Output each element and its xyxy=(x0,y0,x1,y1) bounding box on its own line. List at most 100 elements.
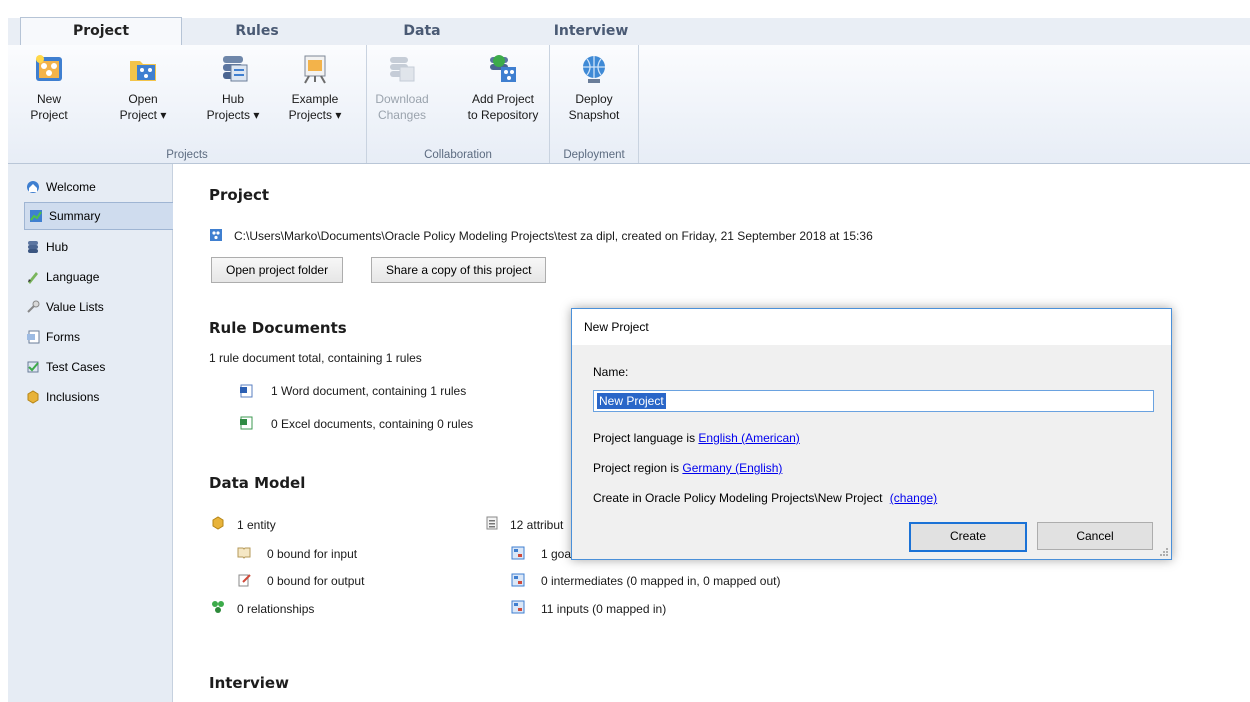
deploy-snapshot-label-2: Snapshot xyxy=(568,108,620,122)
ribbon-tabbar: Project Rules Data Interview xyxy=(8,17,1250,46)
tab-data[interactable]: Data xyxy=(352,18,492,45)
entity-icon xyxy=(212,516,224,530)
ribbon-group-projects-label: Projects xyxy=(166,149,208,161)
inputs-icon xyxy=(511,600,525,614)
add-project-to-repository-button[interactable]: Add Project to Repository xyxy=(463,53,543,135)
rule-documents-total: 1 rule document total, containing 1 rule… xyxy=(209,351,422,365)
intermediates-count: 0 intermediates (0 mapped in, 0 mapped o… xyxy=(541,574,781,588)
open-project-icon xyxy=(127,53,159,85)
open-project-label-1: Open xyxy=(128,92,158,106)
deploy-snapshot-label-1: Deploy xyxy=(575,92,613,106)
nav-item-test-cases-label: Test Cases xyxy=(46,360,106,374)
ribbon-group-collaboration-label: Collaboration xyxy=(424,149,492,161)
nav-item-summary[interactable]: Summary xyxy=(24,202,176,230)
nav-item-language-label: Language xyxy=(46,270,100,284)
project-region-link[interactable]: Germany (English) xyxy=(682,461,782,475)
nav-item-hub[interactable]: Hub xyxy=(22,234,172,260)
hub-projects-icon xyxy=(217,53,249,85)
nav-item-test-cases[interactable]: Test Cases xyxy=(22,354,172,380)
inclusions-icon xyxy=(27,390,39,404)
project-path: C:\Users\Marko\Documents\Oracle Policy M… xyxy=(234,229,873,243)
nav-item-value-lists[interactable]: Value Lists xyxy=(22,294,172,320)
word-document-icon xyxy=(240,384,253,398)
new-project-icon xyxy=(33,53,65,85)
language-icon xyxy=(28,272,38,284)
nav-item-value-lists-label: Value Lists xyxy=(46,300,104,314)
hub-icon xyxy=(28,241,38,253)
project-file-icon xyxy=(210,229,222,241)
resize-grip-icon[interactable] xyxy=(1159,547,1169,557)
summary-icon xyxy=(30,210,42,222)
download-changes-icon xyxy=(386,53,418,85)
nav-item-welcome[interactable]: Welcome xyxy=(22,174,172,200)
cancel-button[interactable]: Cancel xyxy=(1037,522,1153,550)
tab-rules[interactable]: Rules xyxy=(182,18,332,45)
attributes-count: 12 attribut xyxy=(510,518,564,532)
project-location-prefix: Create in Oracle Policy Modeling Project… xyxy=(593,491,883,505)
nav-item-welcome-label: Welcome xyxy=(46,180,96,194)
project-name-value: New Project xyxy=(597,393,666,409)
open-project-label-2: Project ▾ xyxy=(119,108,167,122)
download-changes-button[interactable]: Download Changes xyxy=(371,53,433,135)
add-project-label-2: to Repository xyxy=(467,108,539,122)
new-project-dialog: New Project Name: New Project Project la… xyxy=(571,308,1172,560)
tab-project[interactable]: Project xyxy=(20,17,182,46)
rule-documents-heading: Rule Documents xyxy=(209,319,347,337)
share-copy-button[interactable]: Share a copy of this project xyxy=(371,257,547,283)
tab-interview[interactable]: Interview xyxy=(506,18,676,45)
deploy-snapshot-icon xyxy=(578,53,610,85)
open-project-folder-button[interactable]: Open project folder xyxy=(211,257,344,283)
excel-document-icon xyxy=(240,416,253,430)
open-project-button[interactable]: Open Project ▾ xyxy=(112,53,174,135)
bound-input-icon xyxy=(237,547,251,559)
example-projects-label-1: Example xyxy=(291,92,339,106)
data-model-heading: Data Model xyxy=(209,474,306,492)
new-project-label-2: Project xyxy=(30,108,68,122)
new-project-label-1: New xyxy=(36,92,61,106)
nav-item-inclusions[interactable]: Inclusions xyxy=(22,384,172,410)
project-name-input[interactable]: New Project xyxy=(593,390,1154,412)
project-heading: Project xyxy=(209,186,270,204)
entity-count: 1 entity xyxy=(237,518,276,532)
goals-icon xyxy=(511,546,525,560)
change-location-link[interactable]: (change) xyxy=(890,491,937,505)
relationships-count: 0 relationships xyxy=(237,602,315,616)
project-region-line: Project region is Germany (English) xyxy=(593,461,782,475)
hub-projects-button[interactable]: Hub Projects ▾ xyxy=(202,53,264,135)
project-language-prefix: Project language is xyxy=(593,431,696,445)
nav-item-summary-label: Summary xyxy=(49,209,101,223)
deploy-snapshot-button[interactable]: Deploy Snapshot xyxy=(563,53,625,135)
create-button[interactable]: Create xyxy=(909,522,1027,552)
ribbon-group-collaboration: Download Changes Add Project to Reposito… xyxy=(367,45,550,163)
name-label: Name: xyxy=(593,365,629,379)
project-language-line: Project language is English (American) xyxy=(593,431,800,445)
hub-projects-label-2: Projects ▾ xyxy=(206,108,260,122)
excel-documents-count: 0 Excel documents, containing 0 rules xyxy=(271,417,474,431)
welcome-icon xyxy=(27,181,39,193)
example-projects-button[interactable]: Example Projects ▾ xyxy=(284,53,346,135)
app-window: Project Rules Data Interview New Project… xyxy=(0,0,1250,702)
project-location-line: Create in Oracle Policy Modeling Project… xyxy=(593,491,937,505)
example-projects-icon xyxy=(299,53,331,85)
test-cases-icon xyxy=(27,361,39,373)
left-nav: Welcome Summary Hub Language Value Lists… xyxy=(8,164,176,702)
new-project-button[interactable]: New Project xyxy=(18,53,80,135)
nav-item-forms-label: Forms xyxy=(46,330,80,344)
value-lists-icon xyxy=(27,300,40,313)
intermediates-icon xyxy=(511,573,525,587)
example-projects-label-2: Projects ▾ xyxy=(288,108,342,122)
goals-count: 1 goa xyxy=(541,547,572,561)
forms-icon xyxy=(27,330,40,344)
nav-item-language[interactable]: Language xyxy=(22,264,172,290)
nav-item-inclusions-label: Inclusions xyxy=(46,390,100,404)
project-language-link[interactable]: English (American) xyxy=(698,431,799,445)
attributes-icon xyxy=(486,516,498,530)
hub-projects-label-1: Hub xyxy=(221,92,244,106)
interview-heading: Interview xyxy=(209,674,289,692)
word-documents-count: 1 Word document, containing 1 rules xyxy=(271,384,467,398)
add-project-label-1: Add Project xyxy=(471,92,535,106)
nav-item-hub-label: Hub xyxy=(46,240,69,254)
ribbon-group-deployment: Deploy Snapshot Deployment xyxy=(550,45,639,163)
add-project-to-repository-icon xyxy=(487,53,519,85)
nav-item-forms[interactable]: Forms xyxy=(22,324,172,350)
